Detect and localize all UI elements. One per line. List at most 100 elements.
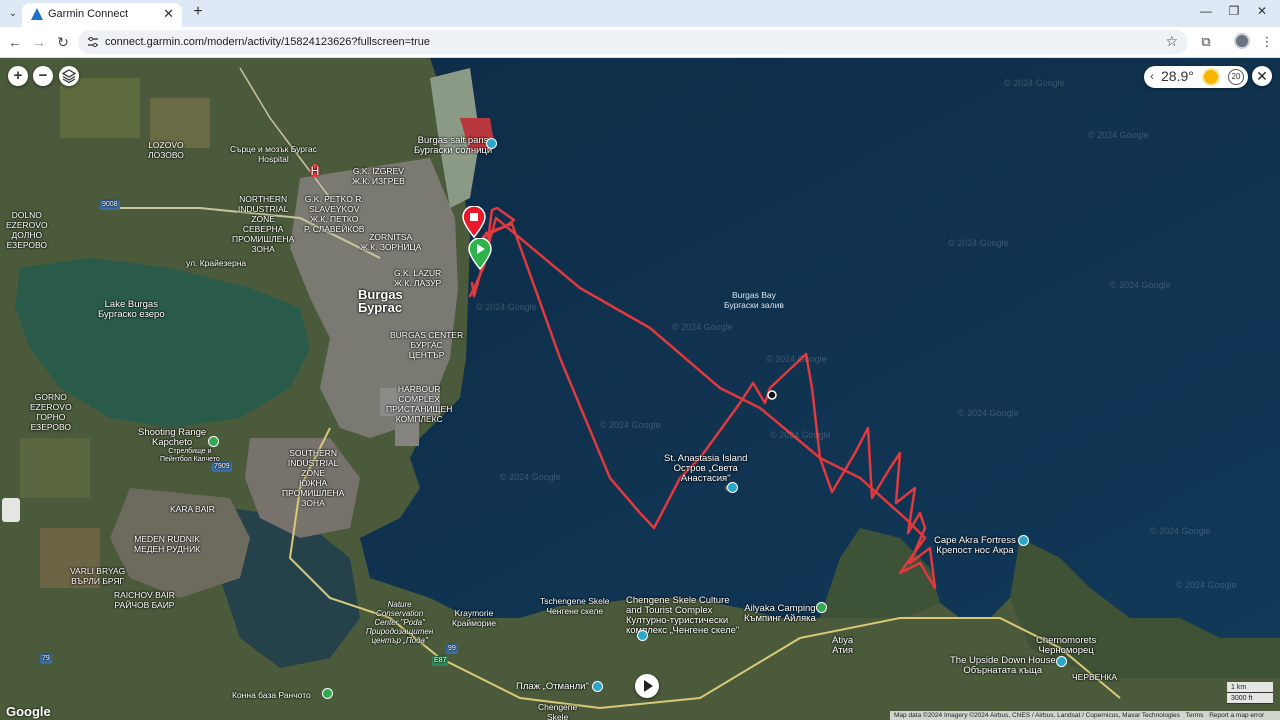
google-watermark: © 2024 Google [476, 302, 537, 312]
label-tschengene-skele: Tschengene Skele Ченгене скеле [540, 596, 610, 616]
google-watermark: © 2024 Google [958, 408, 1019, 418]
activity-map[interactable]: LOZOVO ЛОЗОВО Сърце и мозък Бургас Hospi… [0, 58, 1280, 720]
label-varli-bryag: VARLI BRYAG ВЪРЛИ БРЯГ [70, 566, 126, 586]
google-watermark: © 2024 Google [600, 420, 661, 430]
minimize-icon[interactable]: — [1196, 4, 1216, 18]
scale-imperial: 3000 ft [1227, 693, 1273, 704]
konna-baza-poi-icon[interactable] [322, 688, 333, 699]
cape-akra-poi-icon[interactable] [1018, 535, 1029, 546]
extensions-puzzle-icon[interactable]: ⧉ [1197, 33, 1215, 51]
tab-search-chevron-down-icon[interactable]: ⌄ [4, 5, 22, 23]
garmin-triangle-icon [31, 8, 43, 20]
location-pin-icon[interactable] [2, 498, 20, 522]
tab-close-icon[interactable]: ✕ [163, 6, 174, 22]
restore-icon[interactable]: ❐ [1224, 4, 1244, 18]
chengene-complex-poi-icon[interactable] [637, 630, 648, 641]
report-map-error-link[interactable]: Report a map error [1209, 712, 1264, 719]
google-watermark: © 2024 Google [770, 430, 831, 440]
label-harbour-complex: HARBOUR COMPLEX ПРИСТАНИЩЕН КОМПЛЕКС [386, 384, 453, 424]
road-shield-9008: 9008 [100, 200, 120, 210]
otmanli-beach-poi-icon[interactable] [592, 681, 603, 692]
label-ailyaka-camping: Ailyaka Camping Къмпинг Айляка [744, 603, 816, 624]
label-chernomorets: Chernomorets Черноморец [1036, 635, 1097, 656]
google-watermark: © 2024 Google [672, 322, 733, 332]
reload-icon[interactable]: ↻ [54, 33, 72, 51]
tab-garmin-connect[interactable]: Garmin Connect ✕ [22, 3, 182, 27]
label-kara-bair: KARA BAIR [170, 504, 215, 514]
forward-arrow-right-icon[interactable]: → [30, 33, 48, 51]
label-burgas-bay: Burgas Bay Бургаски залив [724, 290, 784, 310]
label-zornitsa: ZORNITSA Ж.К. ЗОРНИЦА [360, 232, 422, 252]
start-marker-icon[interactable] [468, 238, 492, 270]
label-heart-hospital: Сърце и мозък Бургас Hospital [230, 144, 317, 164]
google-watermark: © 2024 Google [1088, 130, 1149, 140]
label-nature-conservation-center: Nature Conservation Center "Poda" Природ… [366, 600, 434, 645]
weather-temperature: 28.9° [1161, 68, 1194, 84]
google-watermark: © 2024 Google [766, 354, 827, 364]
label-burgas-center: BURGAS CENTER БУРГАС ЦЕНТЪР [390, 330, 464, 360]
zoom-in-plus-icon[interactable]: + [8, 66, 28, 86]
google-watermark: © 2024 Google [948, 238, 1009, 248]
label-southern-industrial-zone: SOUTHERN INDUSTRIAL ZONE ЮЖНА ПРОМИШЛЕНА… [282, 448, 345, 508]
zoom-out-minus-icon[interactable]: − [33, 66, 53, 86]
window-close-icon[interactable]: ✕ [1252, 4, 1272, 18]
label-shooting-range: Shooting Range Kapcheto [138, 427, 207, 448]
label-lake-burgas: Lake Burgas Бургаско езеро [98, 299, 165, 320]
label-izgrev: G.K. IZGREV Ж.К. ИЗГРЕВ [352, 166, 405, 186]
label-atiya: Atiya Атия [832, 635, 854, 656]
weather-widget[interactable]: ‹ 28.9° 20 [1144, 66, 1248, 88]
back-arrow-left-icon[interactable]: ← [6, 33, 24, 51]
road-shield-99: 99 [446, 644, 458, 654]
hospital-icon: H [310, 164, 320, 178]
label-lazur: G.K. LAZUR Ж.К. ЛАЗУР [394, 268, 442, 288]
tab-strip: ⌄ Garmin Connect ✕ + — ❐ ✕ [0, 0, 1280, 27]
label-petko-slaveykov: G.K. PETKO R. SLAVEYKOV Ж.К. ПЕТКО Р. СЛ… [304, 194, 365, 234]
current-position-dot [767, 390, 777, 400]
google-watermark: © 2024 Google [1176, 580, 1237, 590]
tab-title: Garmin Connect [48, 8, 129, 20]
label-salt-pans: Burgas salt pans Бургаски солници [414, 135, 493, 156]
ailyaka-camping-poi-icon[interactable] [816, 602, 827, 613]
label-strelishte: Стрелбище и Пейнтбол Капчето [160, 448, 220, 463]
google-logo: Google [6, 704, 51, 719]
label-konna-baza: Конна база Ранчото [232, 690, 311, 700]
sun-icon [1204, 70, 1218, 84]
label-chengene-skele: Chengene Skele [538, 702, 578, 720]
label-st-anastasia-island: St. Anastasia Island Остров „Света Анаст… [664, 453, 748, 484]
salt-pans-poi-icon[interactable] [486, 138, 497, 149]
wind-speed-icon: 20 [1228, 69, 1244, 85]
more-menu-icon[interactable]: ⋮ [1258, 33, 1276, 51]
play-button-play-icon[interactable] [635, 674, 659, 698]
new-tab-button[interactable]: + [188, 3, 208, 21]
road-shield-79: 79 [40, 654, 52, 664]
close-fullscreen-icon[interactable]: ✕ [1252, 66, 1272, 86]
google-watermark: © 2024 Google [1150, 526, 1211, 536]
layers-button[interactable] [59, 66, 79, 86]
label-otmanli-beach: Плаж „Отманли" [516, 681, 589, 692]
url-text: connect.garmin.com/modern/activity/15824… [105, 36, 430, 48]
st-anastasia-poi-icon[interactable] [727, 482, 738, 493]
map-attribution: Map data ©2024 Imagery ©2024 Airbus, CNE… [890, 711, 1280, 720]
label-burgas-city: Burgas Бургас [358, 287, 403, 315]
site-info-icon[interactable] [86, 35, 100, 49]
address-bar[interactable]: connect.garmin.com/modern/activity/15824… [78, 30, 1188, 54]
label-dolno-ezerovo: DOLNO EZEROVO ДОЛНО ЕЗЕРОВО [6, 210, 48, 250]
attribution-text: Map data ©2024 Imagery ©2024 Airbus, CNE… [894, 712, 1180, 719]
bookmark-star-icon[interactable]: ☆ [1165, 33, 1178, 50]
label-gorno-ezerovo: GORNO EZEROVO ГОРНО ЕЗЕРОВО [30, 392, 72, 432]
label-meden-rudnik: MEDEN RUDNIK МЕДЕН РУДНИК [134, 534, 201, 554]
label-kraymorie: Kraymorie Крайморие [452, 608, 496, 628]
chevron-left-icon[interactable]: ‹ [1150, 69, 1154, 83]
upside-down-house-poi-icon[interactable] [1056, 656, 1067, 667]
profile-avatar[interactable] [1234, 33, 1250, 49]
label-cape-akra-fortress: Cape Akra Fortress Крепост нос Акра [934, 535, 1016, 556]
shooting-range-poi-icon[interactable] [208, 436, 219, 447]
label-northern-industrial-zone: NORTHERN INDUSTRIAL ZONE СЕВЕРНА ПРОМИШЛ… [232, 194, 295, 254]
terms-link[interactable]: Terms [1186, 712, 1204, 719]
google-watermark: © 2024 Google [500, 472, 561, 482]
google-watermark: © 2024 Google [1004, 78, 1065, 88]
end-marker-icon[interactable] [462, 206, 486, 238]
map-scale[interactable]: 1 km 3000 ft [1227, 682, 1273, 704]
layers-icon [61, 69, 77, 84]
road-shield-e87: E87 [432, 656, 449, 666]
